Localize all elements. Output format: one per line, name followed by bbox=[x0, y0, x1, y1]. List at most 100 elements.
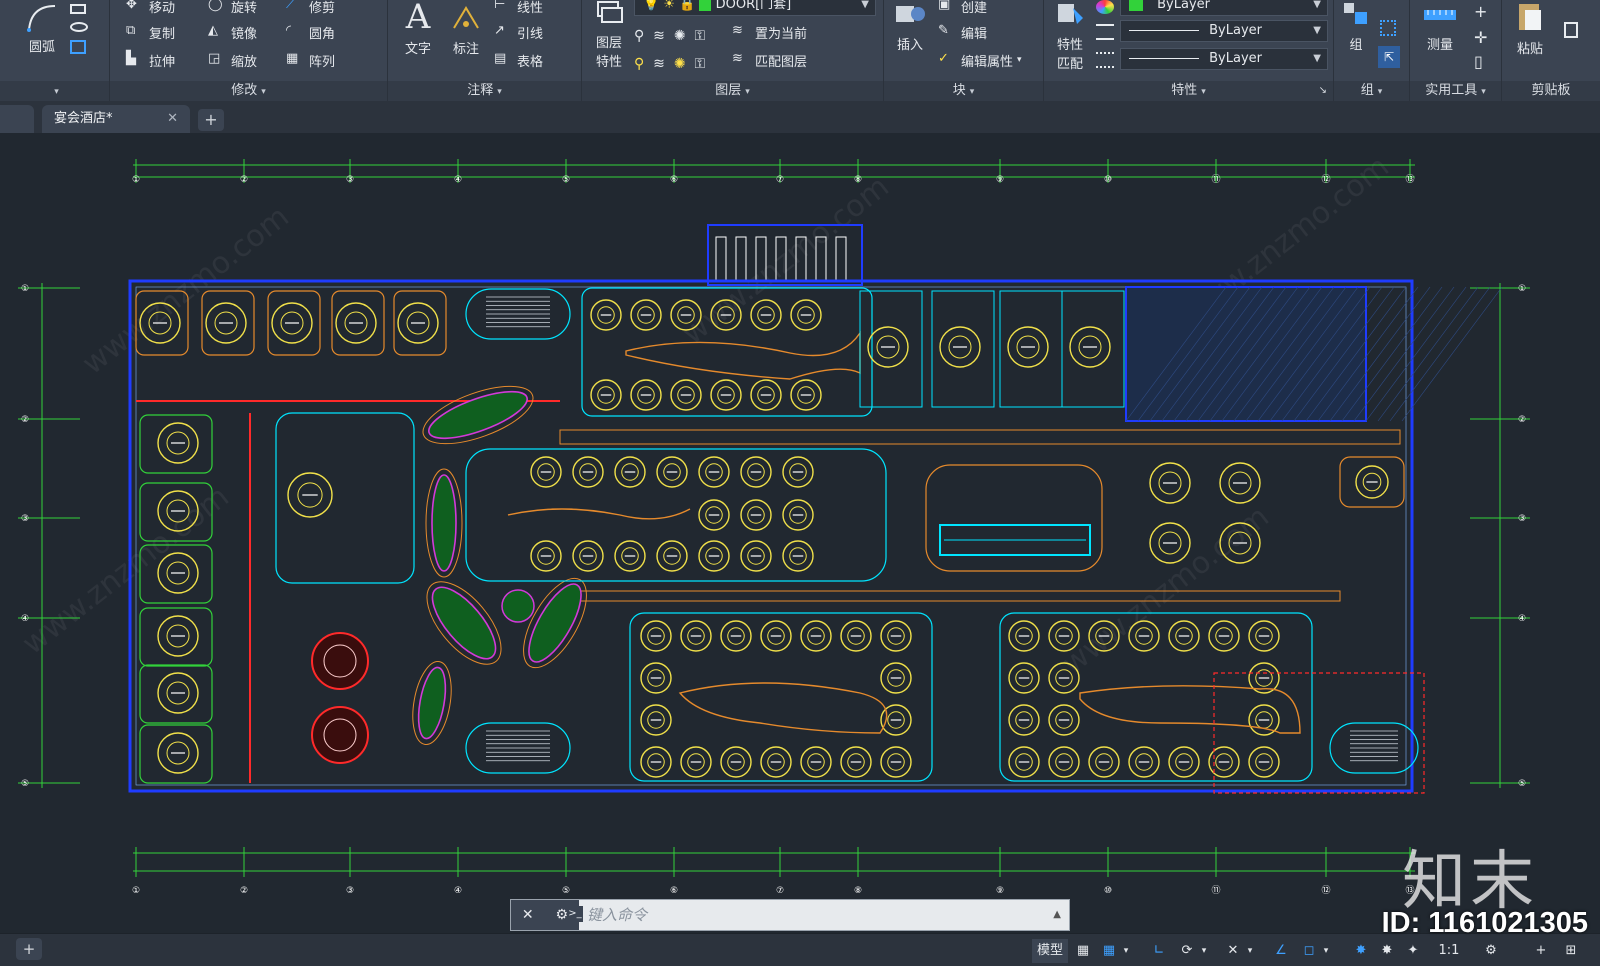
tab-banquet-hotel[interactable]: 宴会酒店* ✕ bbox=[42, 105, 190, 133]
copy-clip-icon[interactable] bbox=[1564, 22, 1578, 38]
add-icon[interactable]: + bbox=[1530, 939, 1552, 963]
polar-dropdown-icon[interactable]: ▾ bbox=[1198, 939, 1210, 963]
command-history-icon[interactable]: ▲ bbox=[1053, 900, 1061, 930]
paste-button[interactable]: 粘贴 bbox=[1506, 0, 1554, 57]
match-properties-button[interactable]: 特性 匹配 bbox=[1050, 0, 1090, 72]
color-dropdown[interactable]: ByLayer ▼ bbox=[1120, 0, 1328, 16]
start-tab[interactable] bbox=[0, 105, 34, 133]
group-button[interactable]: 组 bbox=[1338, 0, 1374, 53]
edit-block-button[interactable]: ✎ 编辑 bbox=[938, 20, 987, 44]
leader-button[interactable]: ↗ 引线 bbox=[494, 20, 543, 44]
rotate-button[interactable]: ◯ 旋转 bbox=[208, 0, 257, 18]
annotation-visibility-icon[interactable]: ✸ bbox=[1350, 939, 1372, 963]
command-prompt-icon[interactable]: >_ bbox=[567, 906, 583, 922]
isodraft-dropdown-icon[interactable]: ▾ bbox=[1244, 939, 1256, 963]
annotation-panel: A 文字 标注 ⊢ 线性 ↗ 引线 ▤ 表格 注释 ▾ bbox=[388, 0, 582, 101]
rectangle-icon[interactable] bbox=[70, 4, 86, 14]
layers-panel-title[interactable]: 图层 ▾ bbox=[582, 81, 883, 101]
layer-off-icon[interactable]: ≋ bbox=[653, 28, 665, 44]
point-icon[interactable]: + bbox=[1474, 2, 1487, 21]
annotation-panel-title[interactable]: 注释 ▾ bbox=[388, 81, 581, 101]
draw-panel-title[interactable]: ▾ bbox=[0, 81, 109, 101]
trim-icon: ⟋ bbox=[286, 0, 296, 12]
hatch-icon[interactable] bbox=[70, 40, 86, 54]
stretch-button[interactable]: ▙ 拉伸 bbox=[126, 48, 175, 72]
decor-planter bbox=[431, 474, 457, 572]
linear-dimension-button[interactable]: ⊢ 线性 bbox=[494, 0, 543, 18]
group-icon bbox=[1344, 3, 1367, 24]
clean-screen-icon[interactable]: ⊞ bbox=[1560, 939, 1582, 963]
insert-block-button[interactable]: 插入 bbox=[890, 0, 930, 53]
workspace-gear-icon[interactable]: ⚙ bbox=[1480, 939, 1502, 963]
add-layout-button[interactable]: + bbox=[16, 938, 42, 960]
groups-panel-title[interactable]: 组 ▾ bbox=[1334, 81, 1409, 101]
snap-icon[interactable]: ▦ bbox=[1098, 939, 1120, 963]
trim-button[interactable]: ⟋ 修剪 bbox=[286, 0, 335, 18]
entrance-door bbox=[835, 236, 847, 282]
modify-panel-title[interactable]: 修改 ▾ bbox=[110, 81, 387, 101]
mirror-button[interactable]: ◭ 镜像 bbox=[208, 20, 257, 44]
lineweight-icon[interactable] bbox=[1096, 52, 1114, 68]
panel-launcher-icon[interactable]: ↘ bbox=[1319, 81, 1327, 101]
copy-button[interactable]: ⧉ 复制 bbox=[126, 20, 175, 44]
layer-freeze-icon[interactable]: ✺ bbox=[674, 28, 686, 44]
set-current-button[interactable]: ≋ 置为当前 bbox=[732, 20, 807, 44]
table-button[interactable]: ▤ 表格 bbox=[494, 48, 543, 72]
table-icon: ▤ bbox=[494, 51, 507, 66]
close-command-icon[interactable]: ✕ bbox=[522, 907, 534, 923]
fillet-button[interactable]: ◜ 圆角 bbox=[286, 20, 335, 44]
layer-color-swatch bbox=[699, 0, 712, 11]
ellipse-icon[interactable] bbox=[70, 22, 88, 32]
scale-button[interactable]: ◲ 缩放 bbox=[208, 48, 257, 72]
ungroup-icon[interactable] bbox=[1380, 20, 1396, 36]
clipboard-panel-title[interactable]: 剪贴板 bbox=[1502, 81, 1600, 101]
calculator-icon[interactable]: ▯ bbox=[1474, 52, 1483, 71]
lock-icon: 🔒 bbox=[679, 0, 696, 12]
layer-isolate-icon[interactable]: ⚲ bbox=[634, 28, 644, 44]
layer-dropdown[interactable]: 💡 ☀ 🔒 DOOR[门套] ▼ bbox=[634, 0, 876, 16]
lineweight-dropdown[interactable]: ByLayer ▼ bbox=[1120, 48, 1328, 70]
layer-unisolate-icon[interactable]: ⚲ bbox=[634, 56, 644, 72]
match-layer-button[interactable]: ≋ 匹配图层 bbox=[732, 48, 807, 72]
hatch-line bbox=[1353, 286, 1455, 422]
model-space-button[interactable]: 模型 bbox=[1032, 939, 1068, 963]
block-panel-title[interactable]: 块 ▾ bbox=[884, 81, 1043, 101]
properties-panel-title[interactable]: 特性 ▾ ↘ bbox=[1044, 81, 1333, 101]
linetype-dropdown[interactable]: ByLayer ▼ bbox=[1120, 20, 1328, 42]
layer-lock-icon[interactable]: ⚿ bbox=[694, 28, 705, 44]
annotation-scale-icon[interactable]: ✦ bbox=[1402, 939, 1424, 963]
polar-icon[interactable]: ⟳ bbox=[1176, 939, 1198, 963]
arc-button[interactable]: 圆弧 bbox=[18, 2, 66, 55]
isodraft-icon[interactable]: ✕ bbox=[1222, 939, 1244, 963]
annotation-autoscale-icon[interactable]: ✸ bbox=[1376, 939, 1398, 963]
text-button[interactable]: A 文字 bbox=[398, 0, 438, 57]
snap-dropdown-icon[interactable]: ▾ bbox=[1120, 939, 1132, 963]
ortho-icon[interactable]: ∟ bbox=[1148, 939, 1170, 963]
object-snap-icon[interactable]: ◻ bbox=[1298, 939, 1320, 963]
id-point-icon[interactable]: ✛ bbox=[1474, 28, 1487, 47]
utilities-panel-title[interactable]: 实用工具 ▾ bbox=[1410, 81, 1501, 101]
banquet-hall-d bbox=[999, 612, 1313, 782]
layer-unlock-icon[interactable]: ⚿ bbox=[694, 56, 705, 72]
edit-attributes-button[interactable]: ✓ 编辑属性 ▾ bbox=[938, 48, 1022, 72]
array-button[interactable]: ▦ 阵列 bbox=[286, 48, 335, 72]
layer-properties-button[interactable]: 图层 特性 bbox=[588, 0, 630, 70]
drawing-canvas[interactable]: www.znzmo.com www.znzmo.com www.znzmo.co… bbox=[0, 133, 1600, 933]
color-wheel-icon[interactable] bbox=[1096, 0, 1114, 14]
object-snap-dropdown-icon[interactable]: ▾ bbox=[1320, 939, 1332, 963]
measure-button[interactable]: 测量 bbox=[1416, 0, 1464, 53]
close-tab-icon[interactable]: ✕ bbox=[167, 105, 178, 133]
group-select-icon[interactable]: ⇱ bbox=[1378, 46, 1400, 68]
layer-thaw-icon[interactable]: ✺ bbox=[674, 56, 686, 72]
create-block-button[interactable]: ▣ 创建 bbox=[938, 0, 987, 18]
grid-icon[interactable]: ▦ bbox=[1072, 939, 1094, 963]
new-tab-button[interactable]: + bbox=[198, 109, 224, 131]
command-input[interactable]: 键入命令 bbox=[587, 900, 647, 930]
move-button[interactable]: ✥ 移动 bbox=[126, 0, 175, 18]
linetype-icon[interactable] bbox=[1096, 24, 1114, 40]
axis-bubble-label: ⑤ bbox=[21, 779, 29, 789]
dimension-button[interactable]: 标注 bbox=[446, 0, 486, 57]
annotation-scale-value[interactable]: 1:1 bbox=[1436, 939, 1462, 963]
layer-on-icon[interactable]: ≋ bbox=[653, 56, 665, 72]
object-snap-tracking-icon[interactable]: ∠ bbox=[1270, 939, 1292, 963]
